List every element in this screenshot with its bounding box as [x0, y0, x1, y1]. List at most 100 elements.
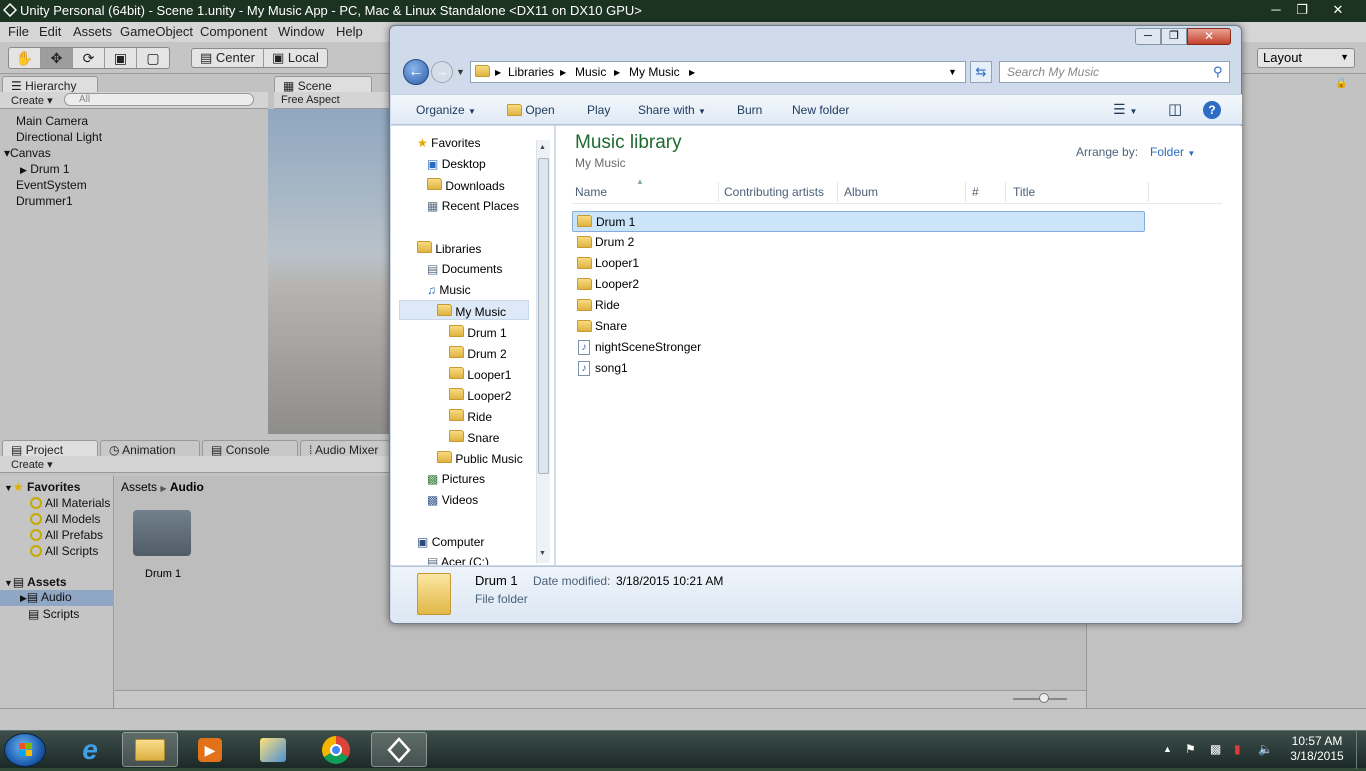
menu-edit[interactable]: Edit — [39, 24, 61, 39]
scale-tool-icon[interactable]: ▣ — [105, 48, 137, 68]
device-icon[interactable]: ▩ — [1210, 742, 1221, 756]
taskbar-explorer[interactable] — [122, 732, 178, 767]
close-button[interactable]: ✕ — [1187, 28, 1231, 45]
file-row[interactable]: Drum 1 — [572, 211, 1145, 232]
column-separator[interactable] — [718, 182, 719, 202]
collapse-arrow-icon[interactable]: ▶ — [20, 593, 27, 603]
column-separator[interactable] — [965, 182, 966, 202]
tree-assets-scripts[interactable]: ▤ Scripts — [28, 607, 79, 621]
hierarchy-search-input[interactable]: All — [64, 93, 254, 106]
scene-view[interactable] — [268, 109, 390, 434]
tree-assets-audio[interactable]: ▶▤ Audio — [0, 590, 114, 606]
help-icon[interactable]: ? — [1203, 101, 1221, 119]
address-dropdown-icon[interactable]: ▼ — [948, 67, 957, 77]
file-row[interactable]: Looper2 — [572, 274, 1145, 295]
folder-icon[interactable] — [133, 510, 191, 556]
forward-arrow-icon[interactable]: → — [431, 61, 453, 83]
maximize-button[interactable]: ❐ — [1290, 1, 1314, 19]
volume-icon[interactable]: 🔈 — [1258, 742, 1273, 756]
burn-button[interactable]: Burn — [737, 103, 762, 117]
refresh-icon[interactable]: ⇆ — [970, 61, 992, 83]
center-button[interactable]: ▤ Center — [192, 49, 264, 67]
collapse-arrow-icon[interactable]: ▶ — [20, 165, 27, 175]
back-arrow-icon[interactable]: ← — [403, 59, 429, 85]
nav-favorites[interactable]: ★ Favorites — [417, 136, 480, 150]
menu-assets[interactable]: Assets — [73, 24, 112, 39]
recent-pages-dropdown-icon[interactable]: ▼ — [456, 67, 465, 77]
nav-drive[interactable]: ▤ Acer (C:) — [427, 555, 489, 565]
maximize-button[interactable]: ❐ — [1161, 28, 1187, 45]
taskbar-unity[interactable] — [371, 732, 427, 767]
new-folder-button[interactable]: New folder — [792, 103, 849, 117]
menu-file[interactable]: File — [8, 24, 29, 39]
project-grid-item-label[interactable]: Drum 1 — [145, 568, 181, 580]
nav-folder[interactable]: Looper2 — [449, 388, 511, 403]
file-row[interactable]: Looper1 — [572, 253, 1145, 274]
tree-favorite-item[interactable]: All Materials — [30, 496, 110, 510]
play-button[interactable]: Play — [587, 103, 610, 117]
expand-arrow-icon[interactable]: ▼ — [4, 483, 13, 493]
menu-window[interactable]: Window — [278, 24, 324, 39]
rotate-tool-icon[interactable]: ⟳ — [73, 48, 105, 68]
file-row[interactable]: Snare — [572, 316, 1145, 337]
nav-folder[interactable]: Drum 1 — [449, 325, 507, 340]
column-title[interactable]: Title — [1013, 185, 1035, 199]
aspect-dropdown[interactable]: Free Aspect — [281, 94, 340, 106]
taskbar-chrome[interactable] — [308, 732, 364, 767]
minimize-button[interactable]: ─ — [1264, 1, 1288, 19]
hierarchy-item[interactable]: ▶ Drum 1 — [20, 162, 70, 176]
nav-my-music[interactable]: My Music — [437, 304, 506, 319]
view-options-icon[interactable]: ☰ ▼ — [1113, 101, 1137, 118]
hierarchy-item[interactable]: Drummer1 — [16, 194, 73, 208]
breadcrumb-my-music[interactable]: My Music — [629, 65, 680, 79]
action-center-flag-icon[interactable]: ⚑ — [1185, 742, 1196, 756]
taskbar-internet-explorer[interactable]: e — [62, 732, 118, 767]
nav-videos[interactable]: ▩ Videos — [427, 493, 478, 507]
local-button[interactable]: ▣ Local — [264, 49, 327, 67]
taskbar-paint[interactable] — [245, 732, 301, 767]
preview-pane-icon[interactable]: ◫ — [1168, 100, 1182, 118]
layout-dropdown[interactable]: Layout ▼ — [1257, 48, 1355, 68]
expand-arrow-icon[interactable]: ▼ — [4, 578, 13, 588]
taskbar-media-player[interactable]: ▶ — [182, 732, 238, 767]
nav-downloads[interactable]: Downloads — [427, 178, 505, 193]
organize-button[interactable]: Organize ▼ — [416, 103, 476, 117]
move-tool-icon[interactable]: ✥ — [41, 48, 73, 68]
hierarchy-create-dropdown[interactable]: Create ▾ — [11, 94, 53, 107]
nav-folder[interactable]: Looper1 — [449, 367, 511, 382]
column-separator[interactable] — [1148, 182, 1149, 202]
column-separator[interactable] — [1005, 182, 1006, 202]
menu-component[interactable]: Component — [200, 24, 267, 39]
taskbar-clock[interactable]: 10:57 AM 3/18/2015 — [1282, 734, 1352, 764]
menu-gameobject[interactable]: GameObject — [120, 24, 193, 39]
show-hidden-icons-icon[interactable]: ▲ — [1163, 744, 1172, 754]
tree-favorite-item[interactable]: All Models — [30, 512, 100, 526]
tree-assets[interactable]: ▼▤ Assets — [4, 575, 67, 589]
nav-desktop[interactable]: ▣ Desktop — [427, 157, 486, 171]
zoom-slider-handle[interactable] — [1039, 693, 1049, 703]
scroll-thumb[interactable] — [538, 158, 549, 474]
nav-music[interactable]: ♫ Music — [427, 283, 471, 297]
tree-favorite-item[interactable]: All Scripts — [30, 544, 98, 558]
nav-folder[interactable]: Snare — [449, 430, 499, 445]
minimize-button[interactable]: ─ — [1135, 28, 1161, 45]
tree-favorite-item[interactable]: All Prefabs — [30, 528, 103, 542]
close-button[interactable]: ✕ — [1326, 1, 1350, 19]
project-create-dropdown[interactable]: Create ▾ — [11, 458, 53, 471]
column-album[interactable]: Album — [844, 185, 878, 199]
open-button[interactable]: Open — [507, 103, 555, 117]
menu-help[interactable]: Help — [336, 24, 363, 39]
column-separator[interactable] — [837, 182, 838, 202]
file-row[interactable]: ♪ song1 — [572, 358, 1145, 379]
share-with-button[interactable]: Share with ▼ — [638, 103, 706, 117]
scroll-up-icon[interactable]: ▲ — [539, 144, 546, 151]
hierarchy-item[interactable]: EventSystem — [16, 178, 87, 192]
nav-folder[interactable]: Drum 2 — [449, 346, 507, 361]
file-row[interactable]: Drum 2 — [572, 232, 1145, 253]
nav-computer[interactable]: ▣ Computer — [417, 535, 484, 549]
rect-tool-icon[interactable]: ▢ — [137, 48, 169, 68]
search-input[interactable]: Search My Music ⚲ — [999, 61, 1230, 83]
nav-documents[interactable]: ▤ Documents — [427, 262, 502, 276]
nav-pictures[interactable]: ▩ Pictures — [427, 472, 485, 486]
column-contributing-artists[interactable]: Contributing artists — [724, 185, 824, 199]
